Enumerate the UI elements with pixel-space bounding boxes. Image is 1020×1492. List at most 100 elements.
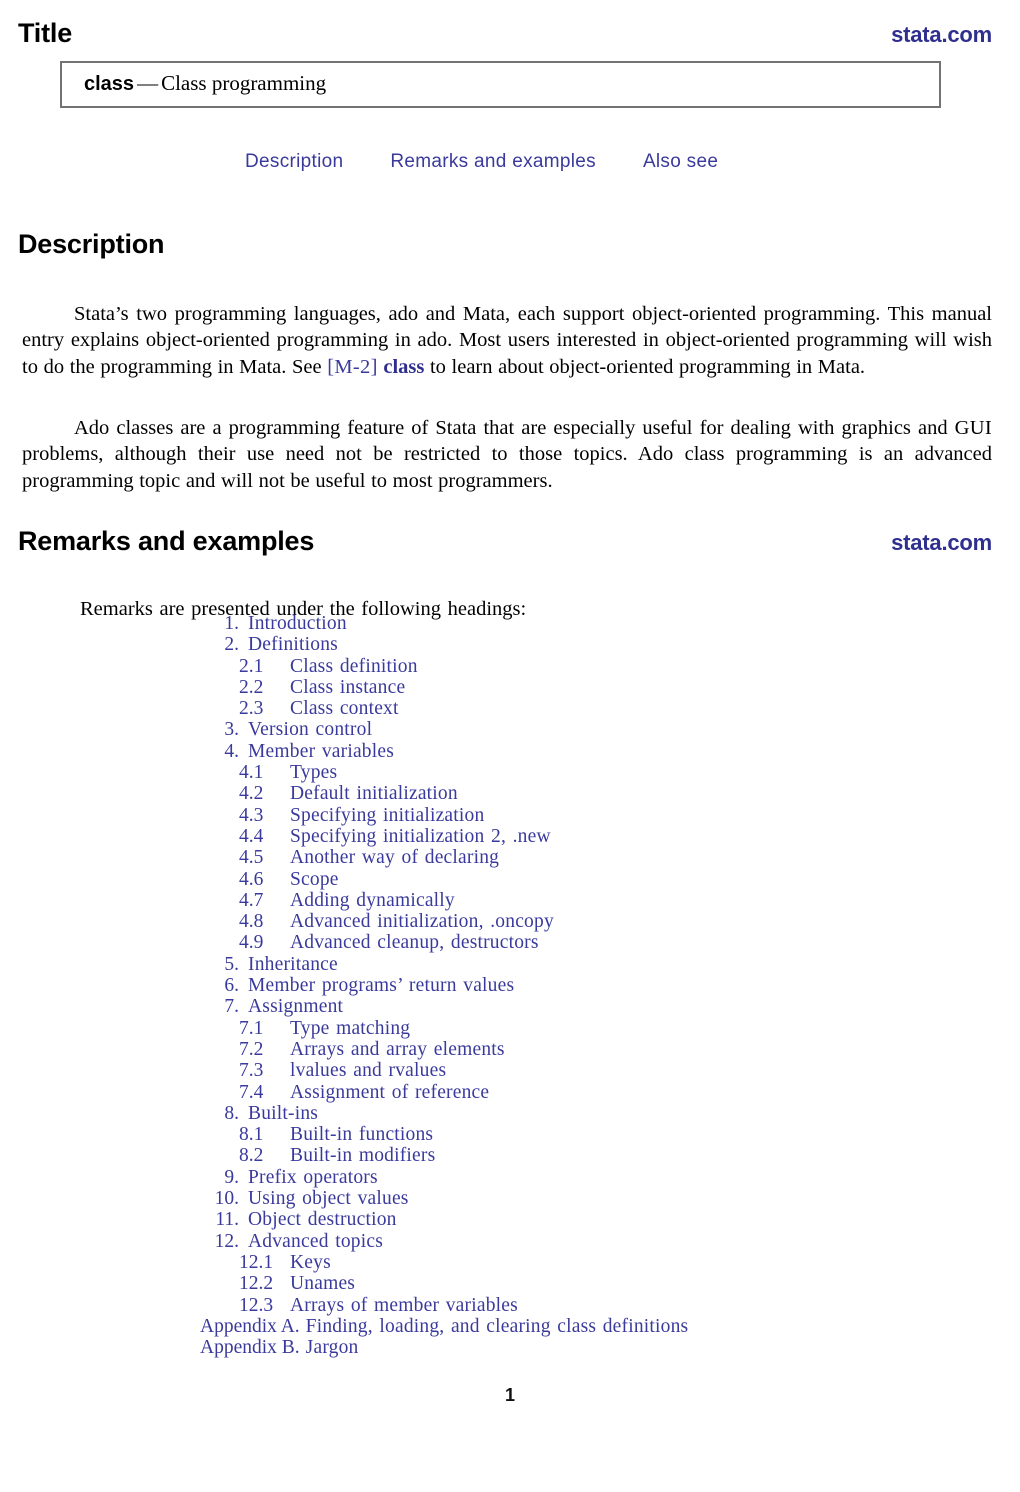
toc-item-number: 2.1 <box>239 655 264 677</box>
toc-item-label: Definitions <box>248 634 338 656</box>
toc-item-label: Arrays of member variables <box>290 1294 518 1316</box>
page-title: Title <box>18 18 73 48</box>
toc-link[interactable]: 9. Prefix operators <box>208 1167 378 1188</box>
toc-item-number: 2.2 <box>239 676 264 698</box>
toc-link[interactable]: 4. Member variables <box>208 741 394 762</box>
toc-item-number: 7.2 <box>239 1038 264 1060</box>
toc-link[interactable]: 4.6 Scope <box>239 869 339 890</box>
toc-item-number: 12. <box>214 1230 239 1252</box>
toc-item-label: Class definition <box>290 655 418 677</box>
toc-link[interactable]: 8.1 Built-in functions <box>239 1124 433 1145</box>
toc-item: 4.8 Advanced initialization, .oncopy <box>200 911 820 932</box>
toc-item-number: 12.3 <box>239 1294 274 1316</box>
toc-item-label: Finding, loading, and clearing class def… <box>305 1315 689 1337</box>
toc-link[interactable]: 4.7 Adding dynamically <box>239 890 455 911</box>
toc-link[interactable]: 10. Using object values <box>208 1188 409 1209</box>
toc-link[interactable]: 4.8 Advanced initialization, .oncopy <box>239 911 554 932</box>
toc-link[interactable]: 7.4 Assignment of reference <box>239 1082 489 1103</box>
toc-link[interactable]: 7.2 Arrays and array elements <box>239 1039 505 1060</box>
toc-item-label: Prefix operators <box>248 1166 378 1188</box>
toc-item-label: Unames <box>290 1273 356 1295</box>
toc-item: 5. Inheritance <box>200 954 820 975</box>
toc-link[interactable]: 4.5 Another way of declaring <box>239 847 499 868</box>
toc-link[interactable]: 12.2 Unames <box>239 1273 355 1294</box>
toc-link[interactable]: 2. Definitions <box>208 634 338 655</box>
toc-item: 2.1 Class definition <box>200 656 820 677</box>
toc-item-label: Member variables <box>248 740 395 762</box>
toc-item-label: Specifying initialization 2, .new <box>290 825 551 847</box>
toc-link[interactable]: 4.4 Specifying initialization 2, .new <box>239 826 551 847</box>
nav-link-also-see[interactable]: Also see <box>643 150 718 174</box>
stata-com-link-header[interactable]: stata.com <box>891 22 992 48</box>
toc-link[interactable]: 2.2 Class instance <box>239 677 405 698</box>
stata-com-link-remarks[interactable]: stata.com <box>891 530 992 556</box>
toc-item: 3. Version control <box>200 719 820 740</box>
toc-item-label: Inheritance <box>248 953 338 975</box>
toc-link[interactable]: 12.1 Keys <box>239 1252 331 1273</box>
description-heading: Description <box>18 229 165 259</box>
toc-item-number: 7. <box>224 996 239 1018</box>
toc-item: 4.2 Default initialization <box>200 783 820 804</box>
manual-reference-command[interactable]: class <box>383 356 424 378</box>
toc-link[interactable]: 3. Version control <box>208 719 372 740</box>
description-paragraph-2: Ado classes are a programming feature of… <box>22 415 992 495</box>
nav-link-description[interactable]: Description <box>245 150 343 174</box>
toc-link[interactable]: 8. Built-ins <box>208 1103 318 1124</box>
toc-item-number: 4.2 <box>239 783 264 805</box>
manual-reference-bracket[interactable]: [M-2] <box>327 356 377 378</box>
toc-item-number: 11. <box>215 1209 239 1231</box>
toc-item-label: lvalues and rvalues <box>290 1060 447 1082</box>
nav-link-remarks-and-examples[interactable]: Remarks and examples <box>390 150 596 174</box>
toc-item-label: Built-in functions <box>290 1124 434 1146</box>
toc-item-number: 2. <box>224 634 239 656</box>
toc-item-number: 10. <box>214 1188 239 1210</box>
toc-item-number: 6. <box>224 975 239 997</box>
manual-reference-bracket-text: [M-2] <box>327 355 378 378</box>
toc-item-number: 7.3 <box>239 1060 264 1082</box>
toc-item-number: 1. <box>224 613 239 634</box>
toc-link[interactable]: 5. Inheritance <box>208 954 338 975</box>
toc-item: 4.5 Another way of declaring <box>200 847 820 868</box>
toc-link[interactable]: 12.3 Arrays of member variables <box>239 1295 518 1316</box>
toc-link[interactable]: Appendix B. Jargon <box>200 1337 359 1358</box>
toc-item-label: Advanced topics <box>248 1230 384 1252</box>
description-heading-row: Description <box>18 228 992 260</box>
toc-link[interactable]: 11. Object destruction <box>208 1209 397 1230</box>
toc-item: 10. Using object values <box>200 1188 820 1209</box>
toc-item: 7. Assignment <box>200 996 820 1017</box>
toc-item-number: 8.2 <box>239 1145 264 1167</box>
toc-link[interactable]: 4.1 Types <box>239 762 337 783</box>
toc-item-label: Version control <box>248 719 373 741</box>
toc-link[interactable]: 4.9 Advanced cleanup, destructors <box>239 932 539 953</box>
toc-item-number: 7.4 <box>239 1081 264 1103</box>
toc-item-number: 12.2 <box>239 1273 274 1295</box>
toc-link[interactable]: 7. Assignment <box>208 996 343 1017</box>
toc-item: 12.3 Arrays of member variables <box>200 1295 820 1316</box>
section-nav-links: Description Remarks and examples Also se… <box>245 150 718 174</box>
toc-link[interactable]: Appendix A. Finding, loading, and clearin… <box>200 1316 688 1337</box>
toc-link[interactable]: 6. Member programs’ return values <box>208 975 514 996</box>
page-header: Title stata.com <box>18 18 992 52</box>
toc-item-number: 4.8 <box>239 911 264 933</box>
toc-item-number: 4.4 <box>239 825 264 847</box>
toc-item-label: Types <box>290 762 338 784</box>
toc-link[interactable]: 2.1 Class definition <box>239 656 418 677</box>
toc-link[interactable]: 2.3 Class context <box>239 698 399 719</box>
toc-link[interactable]: 8.2 Built-in modifiers <box>239 1145 435 1166</box>
toc-item-number: 8.1 <box>239 1124 264 1146</box>
toc-item: 12.1 Keys <box>200 1252 820 1273</box>
toc-link[interactable]: 4.3 Specifying initialization <box>239 805 484 826</box>
toc-item: 2.2 Class instance <box>200 677 820 698</box>
toc-item-number: 4.6 <box>239 868 264 890</box>
paragraph-2-text-before-smallcaps: Ado classes are a programming feature of… <box>74 416 955 439</box>
toc-link[interactable]: 12. Advanced topics <box>208 1231 383 1252</box>
toc-link[interactable]: 1. Introduction <box>208 613 347 634</box>
toc-link[interactable]: 7.1 Type matching <box>239 1018 410 1039</box>
document-page: Title stata.com class — Class programming … <box>0 0 1020 1492</box>
toc-link[interactable]: 4.2 Default initialization <box>239 783 458 804</box>
toc-item-label: Assignment of reference <box>290 1081 490 1103</box>
toc-item: 8.2 Built-in modifiers <box>200 1145 820 1166</box>
toc-link[interactable]: 7.3 lvalues and rvalues <box>239 1060 446 1081</box>
toc-item: 2.3 Class context <box>200 698 820 719</box>
toc-item: 1. Introduction <box>200 613 820 634</box>
